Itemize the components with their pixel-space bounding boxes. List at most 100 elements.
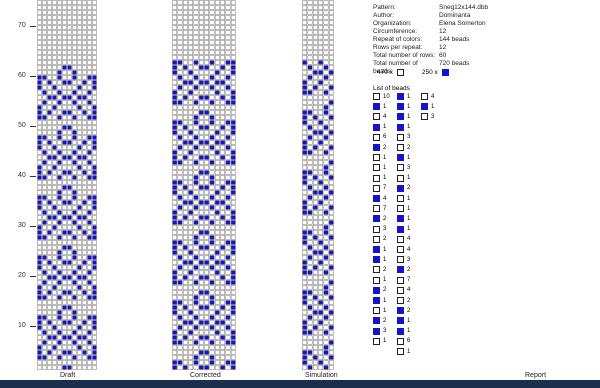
bead-list-item[interactable]: 1 <box>397 348 410 355</box>
bead-white <box>67 195 72 200</box>
bead-white <box>318 175 324 180</box>
bead-white <box>198 360 204 365</box>
bead-list-item[interactable]: 4 <box>397 286 410 294</box>
bead-white <box>307 145 313 150</box>
bead-blue <box>177 325 183 330</box>
bead-list-item[interactable]: 10 <box>373 93 390 100</box>
bead-list-item[interactable]: 1 <box>373 164 386 172</box>
tab-report[interactable]: Report <box>525 372 546 379</box>
bead-white <box>92 35 97 40</box>
bead-list-item[interactable]: 1 <box>397 327 410 335</box>
bead-white <box>52 235 57 240</box>
bead-white <box>87 250 92 255</box>
bead-list-item[interactable]: 1 <box>373 307 386 315</box>
bead-white <box>57 145 62 150</box>
bead-list-item[interactable]: 4 <box>397 246 410 253</box>
bead-list-item[interactable]: 1 <box>397 123 410 131</box>
bead-list-item[interactable]: 1 <box>421 103 434 111</box>
bead-white <box>225 355 231 360</box>
bead-list-item[interactable]: 1 <box>373 276 386 284</box>
bead-list-item[interactable]: 1 <box>397 113 410 121</box>
bead-list-item[interactable]: 3 <box>397 164 410 172</box>
bead-list-item[interactable]: 2 <box>373 286 386 294</box>
bead-list-item[interactable]: 1 <box>397 205 410 213</box>
bead-blue <box>230 95 236 100</box>
bead-list-item[interactable]: 4 <box>397 235 411 243</box>
bead-list-item[interactable]: 7 <box>373 205 386 213</box>
bead-white <box>225 170 231 175</box>
bead-list-item[interactable]: 1 <box>373 297 386 304</box>
bead-list-item[interactable]: 2 <box>373 144 386 151</box>
bead-list-item[interactable]: 4 <box>373 113 386 121</box>
bead-list-item[interactable]: 2 <box>397 307 410 315</box>
bead-white <box>204 35 210 40</box>
bead-list-item[interactable]: 6 <box>373 133 386 141</box>
bead-count: 4 <box>407 236 411 243</box>
bead-list-item[interactable]: 2 <box>373 266 386 274</box>
bead-blue <box>47 335 52 340</box>
bead-blue <box>42 75 47 80</box>
bead-list-item[interactable]: 1 <box>373 174 386 182</box>
bead-white <box>42 85 47 90</box>
bead-list-item[interactable]: 1 <box>373 103 386 111</box>
bead-white <box>77 355 82 360</box>
bead-list-item[interactable]: 1 <box>373 123 386 131</box>
bead-white <box>188 65 194 70</box>
blue-swatch[interactable] <box>441 69 449 76</box>
bead-list-item[interactable]: 2 <box>373 235 386 243</box>
bead-blue <box>72 130 77 135</box>
bead-list-item[interactable]: 1 <box>373 154 386 162</box>
bead-white <box>92 305 97 310</box>
bead-list-item[interactable]: 1 <box>397 174 410 182</box>
bead-blue <box>47 320 52 325</box>
bead-white <box>220 90 226 95</box>
bead-list-item[interactable]: 1 <box>373 337 386 345</box>
bead-list-item[interactable]: 4 <box>421 93 434 100</box>
bead-list-item[interactable]: 2 <box>373 317 386 325</box>
bead-list-item[interactable]: 1 <box>397 103 410 111</box>
bead-list-item[interactable]: 3 <box>373 327 386 335</box>
bead-blue <box>312 235 318 240</box>
white-swatch[interactable] <box>396 69 404 76</box>
bead-list-item[interactable]: 1 <box>397 93 410 100</box>
bead-white <box>188 175 194 180</box>
bead-white <box>67 90 72 95</box>
bead-list-item[interactable]: 6 <box>397 337 410 345</box>
tab-corrected[interactable]: Corrected <box>190 372 221 379</box>
bead-list-item[interactable]: 1 <box>397 317 410 325</box>
bead-list-item[interactable]: 2 <box>397 266 410 274</box>
bead-list-item[interactable]: 7 <box>373 184 386 192</box>
bead-list-item[interactable]: 2 <box>397 184 410 192</box>
bead-list-item[interactable]: 3 <box>397 133 410 141</box>
bead-list-item[interactable]: 4 <box>373 195 386 202</box>
tab-simulation[interactable]: Simulation <box>305 372 338 379</box>
bead-count: 4 <box>431 93 435 100</box>
bead-list-item[interactable]: 7 <box>397 276 410 284</box>
bead-list-item[interactable]: 3 <box>397 256 410 264</box>
bead-list-item[interactable]: 1 <box>397 225 410 233</box>
bead-list-item[interactable]: 3 <box>373 225 386 233</box>
bead-white <box>62 285 67 290</box>
bead-white <box>214 285 220 290</box>
bead-white <box>220 120 226 125</box>
bead-white <box>92 15 97 20</box>
tab-draft[interactable]: Draft <box>60 372 75 379</box>
bead-list-item[interactable]: 1 <box>397 215 410 223</box>
bead-white <box>328 255 334 260</box>
bead-list-item[interactable]: 2 <box>397 297 410 304</box>
bead-list-item[interactable]: 2 <box>397 144 410 151</box>
bead-swatch <box>373 307 380 315</box>
bead-white <box>172 225 178 230</box>
bead-list-item[interactable]: 1 <box>373 256 386 264</box>
bead-white <box>182 5 188 10</box>
bead-white <box>204 25 210 30</box>
bead-blue <box>220 95 226 100</box>
bead-list-item[interactable]: 1 <box>397 195 410 202</box>
bead-list-item[interactable]: 1 <box>373 246 386 253</box>
corrected-grid <box>172 0 236 370</box>
bead-list-item[interactable]: 2 <box>373 215 386 223</box>
bead-list-item[interactable]: 3 <box>421 113 434 121</box>
bead-blue <box>172 100 178 105</box>
bead-white <box>92 45 97 50</box>
bead-list-item[interactable]: 1 <box>397 154 410 162</box>
